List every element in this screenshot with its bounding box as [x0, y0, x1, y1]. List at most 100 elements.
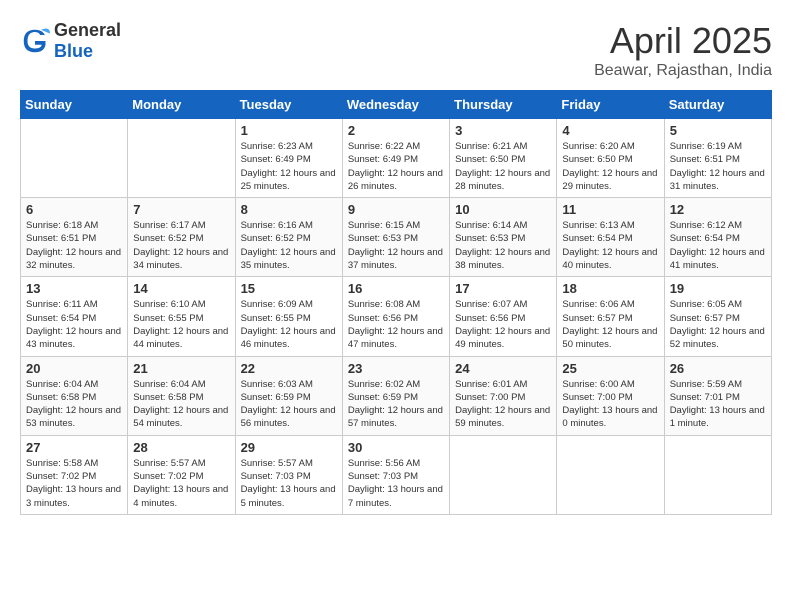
- day-number: 4: [562, 123, 658, 138]
- calendar-cell: 20 Sunrise: 6:04 AM Sunset: 6:58 PM Dayli…: [21, 356, 128, 435]
- day-info: Sunrise: 6:04 AM Sunset: 6:58 PM Dayligh…: [26, 378, 122, 431]
- logo-blue: Blue: [54, 41, 121, 62]
- calendar-cell: [21, 119, 128, 198]
- weekday-header-wednesday: Wednesday: [342, 91, 449, 119]
- day-info: Sunrise: 5:58 AM Sunset: 7:02 PM Dayligh…: [26, 457, 122, 510]
- weekday-header-thursday: Thursday: [450, 91, 557, 119]
- title-block: April 2025 Beawar, Rajasthan, India: [594, 20, 772, 80]
- day-info: Sunrise: 6:15 AM Sunset: 6:53 PM Dayligh…: [348, 219, 444, 272]
- day-number: 28: [133, 440, 229, 455]
- day-number: 15: [241, 281, 337, 296]
- calendar-table: SundayMondayTuesdayWednesdayThursdayFrid…: [20, 90, 772, 515]
- day-number: 23: [348, 361, 444, 376]
- day-number: 24: [455, 361, 551, 376]
- day-number: 7: [133, 202, 229, 217]
- day-info: Sunrise: 6:16 AM Sunset: 6:52 PM Dayligh…: [241, 219, 337, 272]
- calendar-week-3: 13 Sunrise: 6:11 AM Sunset: 6:54 PM Dayli…: [21, 277, 772, 356]
- day-number: 13: [26, 281, 122, 296]
- day-info: Sunrise: 6:05 AM Sunset: 6:57 PM Dayligh…: [670, 298, 766, 351]
- calendar-cell: 10 Sunrise: 6:14 AM Sunset: 6:53 PM Dayli…: [450, 198, 557, 277]
- day-number: 5: [670, 123, 766, 138]
- calendar-cell: [557, 435, 664, 514]
- day-number: 8: [241, 202, 337, 217]
- location: Beawar, Rajasthan, India: [594, 62, 772, 80]
- page-header: General Blue April 2025 Beawar, Rajastha…: [20, 20, 772, 80]
- day-info: Sunrise: 6:12 AM Sunset: 6:54 PM Dayligh…: [670, 219, 766, 272]
- calendar-week-2: 6Sunrise: 6:18 AM Sunset: 6:51 PM Daylig…: [21, 198, 772, 277]
- calendar-cell: 19 Sunrise: 6:05 AM Sunset: 6:57 PM Dayli…: [664, 277, 771, 356]
- day-info: Sunrise: 6:08 AM Sunset: 6:56 PM Dayligh…: [348, 298, 444, 351]
- day-info: Sunrise: 5:56 AM Sunset: 7:03 PM Dayligh…: [348, 457, 444, 510]
- weekday-header-tuesday: Tuesday: [235, 91, 342, 119]
- day-info: Sunrise: 6:17 AM Sunset: 6:52 PM Dayligh…: [133, 219, 229, 272]
- calendar-cell: 11 Sunrise: 6:13 AM Sunset: 6:54 PM Dayli…: [557, 198, 664, 277]
- calendar-cell: 23Sunrise: 6:02 AM Sunset: 6:59 PM Dayli…: [342, 356, 449, 435]
- calendar-cell: 14 Sunrise: 6:10 AM Sunset: 6:55 PM Dayli…: [128, 277, 235, 356]
- day-number: 9: [348, 202, 444, 217]
- calendar-cell: [664, 435, 771, 514]
- day-info: Sunrise: 6:11 AM Sunset: 6:54 PM Dayligh…: [26, 298, 122, 351]
- day-info: Sunrise: 6:21 AM Sunset: 6:50 PM Dayligh…: [455, 140, 551, 193]
- calendar-cell: 7 Sunrise: 6:17 AM Sunset: 6:52 PM Daylig…: [128, 198, 235, 277]
- day-number: 18: [562, 281, 658, 296]
- day-info: Sunrise: 6:13 AM Sunset: 6:54 PM Dayligh…: [562, 219, 658, 272]
- logo-text: General Blue: [54, 20, 121, 62]
- calendar-cell: 18 Sunrise: 6:06 AM Sunset: 6:57 PM Dayli…: [557, 277, 664, 356]
- day-info: Sunrise: 6:09 AM Sunset: 6:55 PM Dayligh…: [241, 298, 337, 351]
- calendar-cell: 28 Sunrise: 5:57 AM Sunset: 7:02 PM Dayli…: [128, 435, 235, 514]
- calendar-week-4: 20 Sunrise: 6:04 AM Sunset: 6:58 PM Dayli…: [21, 356, 772, 435]
- day-number: 26: [670, 361, 766, 376]
- day-number: 21: [133, 361, 229, 376]
- calendar-cell: 26 Sunrise: 5:59 AM Sunset: 7:01 PM Dayli…: [664, 356, 771, 435]
- day-info: Sunrise: 5:57 AM Sunset: 7:03 PM Dayligh…: [241, 457, 337, 510]
- day-info: Sunrise: 6:18 AM Sunset: 6:51 PM Dayligh…: [26, 219, 122, 272]
- day-number: 16: [348, 281, 444, 296]
- day-info: Sunrise: 6:20 AM Sunset: 6:50 PM Dayligh…: [562, 140, 658, 193]
- weekday-header-saturday: Saturday: [664, 91, 771, 119]
- calendar-cell: 17 Sunrise: 6:07 AM Sunset: 6:56 PM Dayli…: [450, 277, 557, 356]
- weekday-header-row: SundayMondayTuesdayWednesdayThursdayFrid…: [21, 91, 772, 119]
- day-number: 11: [562, 202, 658, 217]
- day-info: Sunrise: 6:19 AM Sunset: 6:51 PM Dayligh…: [670, 140, 766, 193]
- calendar-cell: 30 Sunrise: 5:56 AM Sunset: 7:03 PM Dayli…: [342, 435, 449, 514]
- day-info: Sunrise: 6:01 AM Sunset: 7:00 PM Dayligh…: [455, 378, 551, 431]
- day-info: Sunrise: 6:10 AM Sunset: 6:55 PM Dayligh…: [133, 298, 229, 351]
- general-blue-logo-icon: [20, 26, 50, 56]
- day-number: 14: [133, 281, 229, 296]
- day-number: 10: [455, 202, 551, 217]
- calendar-cell: 8 Sunrise: 6:16 AM Sunset: 6:52 PM Daylig…: [235, 198, 342, 277]
- day-info: Sunrise: 6:14 AM Sunset: 6:53 PM Dayligh…: [455, 219, 551, 272]
- day-number: 2: [348, 123, 444, 138]
- day-number: 30: [348, 440, 444, 455]
- day-info: Sunrise: 6:06 AM Sunset: 6:57 PM Dayligh…: [562, 298, 658, 351]
- weekday-header-monday: Monday: [128, 91, 235, 119]
- day-info: Sunrise: 5:59 AM Sunset: 7:01 PM Dayligh…: [670, 378, 766, 431]
- calendar-cell: 13 Sunrise: 6:11 AM Sunset: 6:54 PM Dayli…: [21, 277, 128, 356]
- calendar-cell: 9 Sunrise: 6:15 AM Sunset: 6:53 PM Daylig…: [342, 198, 449, 277]
- calendar-cell: 21Sunrise: 6:04 AM Sunset: 6:58 PM Dayli…: [128, 356, 235, 435]
- calendar-cell: 15 Sunrise: 6:09 AM Sunset: 6:55 PM Dayli…: [235, 277, 342, 356]
- calendar-cell: 2Sunrise: 6:22 AM Sunset: 6:49 PM Daylig…: [342, 119, 449, 198]
- calendar-week-5: 27Sunrise: 5:58 AM Sunset: 7:02 PM Dayli…: [21, 435, 772, 514]
- logo: General Blue: [20, 20, 121, 62]
- day-number: 17: [455, 281, 551, 296]
- calendar-cell: [128, 119, 235, 198]
- calendar-cell: 24 Sunrise: 6:01 AM Sunset: 7:00 PM Dayli…: [450, 356, 557, 435]
- calendar-cell: 16 Sunrise: 6:08 AM Sunset: 6:56 PM Dayli…: [342, 277, 449, 356]
- day-number: 20: [26, 361, 122, 376]
- calendar-cell: 27Sunrise: 5:58 AM Sunset: 7:02 PM Dayli…: [21, 435, 128, 514]
- day-info: Sunrise: 6:23 AM Sunset: 6:49 PM Dayligh…: [241, 140, 337, 193]
- calendar-cell: 1Sunrise: 6:23 AM Sunset: 6:49 PM Daylig…: [235, 119, 342, 198]
- day-info: Sunrise: 6:00 AM Sunset: 7:00 PM Dayligh…: [562, 378, 658, 431]
- day-info: Sunrise: 6:03 AM Sunset: 6:59 PM Dayligh…: [241, 378, 337, 431]
- day-number: 25: [562, 361, 658, 376]
- day-number: 22: [241, 361, 337, 376]
- calendar-cell: 29Sunrise: 5:57 AM Sunset: 7:03 PM Dayli…: [235, 435, 342, 514]
- calendar-week-1: 1Sunrise: 6:23 AM Sunset: 6:49 PM Daylig…: [21, 119, 772, 198]
- day-info: Sunrise: 5:57 AM Sunset: 7:02 PM Dayligh…: [133, 457, 229, 510]
- day-number: 19: [670, 281, 766, 296]
- calendar-cell: 5 Sunrise: 6:19 AM Sunset: 6:51 PM Daylig…: [664, 119, 771, 198]
- calendar-cell: 22 Sunrise: 6:03 AM Sunset: 6:59 PM Dayli…: [235, 356, 342, 435]
- day-info: Sunrise: 6:07 AM Sunset: 6:56 PM Dayligh…: [455, 298, 551, 351]
- calendar-cell: 25 Sunrise: 6:00 AM Sunset: 7:00 PM Dayli…: [557, 356, 664, 435]
